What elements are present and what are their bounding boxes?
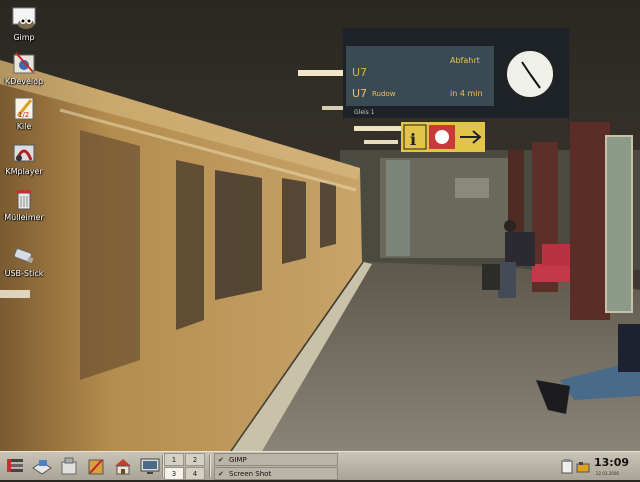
kdevelop-icon xyxy=(11,50,37,76)
kmplayer-icon xyxy=(11,140,37,166)
office-icon[interactable] xyxy=(30,454,54,478)
sign-line-1: U7 xyxy=(352,66,367,79)
pager-desktop-1[interactable]: 1 xyxy=(164,453,184,466)
desktop-icon-kdevelop[interactable]: KDevelop xyxy=(2,50,46,86)
desktop-icon-trash[interactable]: Mülleimer xyxy=(2,186,46,222)
taskbar-separator xyxy=(209,455,211,477)
desktop-icon-label: KDevelop xyxy=(4,77,44,86)
desktop-icon-kmplayer[interactable]: KMplayer xyxy=(2,140,46,176)
window-check-icon: ✔ xyxy=(218,470,224,478)
usb-stick-icon xyxy=(11,242,37,268)
desktop-icon-label: Mülleimer xyxy=(4,213,44,222)
package-icon[interactable] xyxy=(57,454,81,478)
desktop-icon-label: Kile xyxy=(16,122,32,131)
monitor-icon[interactable] xyxy=(138,454,162,478)
pager-desktop-4[interactable]: 4 xyxy=(185,467,205,480)
pager-desktop-2[interactable]: 2 xyxy=(185,453,205,466)
desktop-icon-label: USB-Stick xyxy=(4,269,44,278)
task-label: GIMP xyxy=(229,456,247,464)
desktop: Gleis 1 Abfahrt U7 U7 Rudow in 4 min i G… xyxy=(0,0,640,451)
sign-line-2: U7 xyxy=(352,87,367,100)
clipboard-icon[interactable] xyxy=(560,458,574,474)
desktop-icon-kile[interactable]: 1/2 Kile xyxy=(2,95,46,131)
wallpaper-subway-station: Gleis 1 Abfahrt U7 U7 Rudow in 4 min i xyxy=(0,0,640,451)
sign-time: in 4 min xyxy=(450,89,483,98)
pager-desktop-3[interactable]: 3 xyxy=(164,467,184,480)
task-button-screenshot[interactable]: ✔ Screen Shot xyxy=(214,467,338,480)
clock-date: 22.03.2006 xyxy=(596,471,619,476)
desktop-icon-gimp[interactable]: Gimp xyxy=(2,6,46,42)
desktop-pager: 1 2 3 4 xyxy=(164,453,206,480)
sign-platform-text: Gleis 1 xyxy=(354,109,375,116)
taskbar: 1 2 3 4 ✔ GIMP ✔ Screen Shot 13:09 22.03… xyxy=(0,451,640,480)
gimp-icon xyxy=(11,6,37,32)
task-label: Screen Shot xyxy=(229,470,272,478)
trash-icon xyxy=(11,186,37,212)
task-button-gimp[interactable]: ✔ GIMP xyxy=(214,453,338,466)
tools-icon[interactable] xyxy=(84,454,108,478)
kmenu-icon[interactable] xyxy=(3,454,27,478)
window-check-icon: ✔ xyxy=(218,456,224,464)
svg-text:1/2: 1/2 xyxy=(18,111,29,119)
svg-text:i: i xyxy=(410,130,416,149)
desktop-icon-label: Gimp xyxy=(13,33,35,42)
home-icon[interactable] xyxy=(111,454,135,478)
kile-icon: 1/2 xyxy=(11,95,37,121)
clock-time[interactable]: 13:09 xyxy=(594,456,629,469)
network-icon[interactable] xyxy=(576,459,590,473)
sign-departure-text: Abfahrt xyxy=(450,56,480,65)
desktop-icon-label: KMplayer xyxy=(5,167,43,176)
sign-destination: Rudow xyxy=(372,90,396,98)
desktop-icon-usb-stick[interactable]: USB-Stick xyxy=(2,242,46,278)
